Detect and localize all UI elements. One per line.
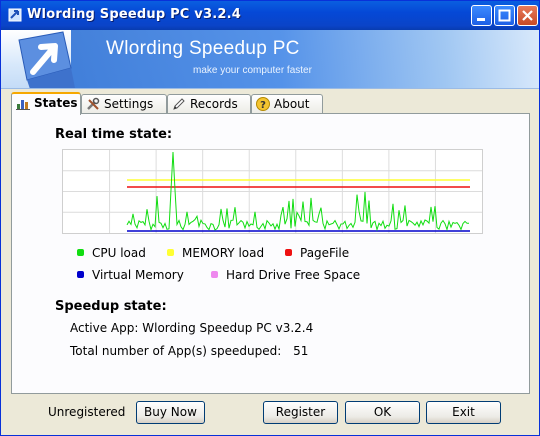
active-app-row: Active App: Wlording Speedup PC v3.2.4: [70, 321, 313, 335]
legend-virtual-memory-label: Virtual Memory: [92, 268, 184, 282]
close-icon: [522, 10, 533, 21]
tab-settings-label: Settings: [104, 97, 154, 111]
app-count-label: Total number of App(s) speeduped:: [70, 344, 282, 358]
window-title: Wlording Speedup PC v3.2.4: [27, 7, 241, 22]
registration-status: Unregistered: [48, 405, 126, 419]
tab-about[interactable]: ? About: [251, 94, 323, 114]
app-icon: [8, 8, 22, 22]
tab-states[interactable]: States: [11, 92, 81, 115]
close-button[interactable]: [517, 5, 538, 26]
active-app-label: Active App:: [70, 321, 139, 335]
tab-records[interactable]: Records: [167, 94, 251, 114]
pencil-icon: [173, 98, 185, 110]
buy-now-button[interactable]: Buy Now: [136, 401, 205, 424]
svg-text:?: ?: [260, 100, 266, 111]
tab-about-label: About: [274, 97, 310, 111]
minimize-icon: [477, 18, 485, 21]
banner-subtitle: make your computer faster: [193, 65, 312, 76]
active-app-value: Wlording Speedup PC v3.2.4: [142, 321, 314, 335]
tab-records-label: Records: [190, 97, 238, 111]
legend-memory-swatch: [167, 249, 174, 256]
minimize-button[interactable]: [471, 5, 492, 26]
legend-pagefile-label: PageFile: [300, 246, 350, 260]
app-count-row: Total number of App(s) speeduped: 51: [70, 344, 308, 358]
maximize-icon: [498, 9, 511, 22]
series-line-cpu: [126, 151, 469, 232]
states-panel: Real time state: CPU load MEMORY load Pa…: [11, 113, 530, 394]
legend-hard-drive: Hard Drive Free Space: [211, 268, 361, 282]
legend-cpu-label: CPU load: [92, 246, 146, 260]
realtime-chart-canvas: [63, 150, 482, 233]
legend-cpu: CPU load: [77, 246, 146, 260]
legend-hard-drive-swatch: [211, 271, 218, 278]
help-icon: ?: [256, 97, 270, 111]
legend-pagefile-swatch: [285, 249, 292, 256]
realtime-title: Real time state:: [55, 127, 173, 142]
legend-hard-drive-label: Hard Drive Free Space: [226, 268, 361, 282]
tab-states-label: States: [34, 96, 78, 110]
maximize-button[interactable]: [494, 5, 515, 26]
register-button[interactable]: Register: [263, 401, 338, 424]
realtime-chart: [62, 149, 483, 234]
legend-cpu-swatch: [77, 249, 84, 256]
legend-pagefile: PageFile: [285, 246, 350, 260]
app-window: Wlording Speedup PC v3.2.4 Wlording Spee…: [0, 0, 540, 436]
legend-memory: MEMORY load: [167, 246, 265, 260]
ok-button[interactable]: OK: [345, 401, 420, 424]
banner-title: Wlording Speedup PC: [106, 38, 300, 59]
tools-icon: [87, 97, 100, 110]
tab-settings[interactable]: Settings: [81, 94, 167, 114]
legend-virtual-memory: Virtual Memory: [77, 268, 184, 282]
logo-icon: [18, 31, 75, 88]
speedup-title: Speedup state:: [55, 299, 167, 314]
app-count-value: 51: [293, 344, 309, 358]
header-banner: Wlording Speedup PC make your computer f…: [1, 30, 539, 89]
title-bar[interactable]: Wlording Speedup PC v3.2.4: [1, 1, 539, 30]
legend-memory-label: MEMORY load: [182, 246, 265, 260]
legend-virtual-memory-swatch: [77, 271, 84, 278]
exit-button[interactable]: Exit: [426, 401, 501, 424]
chart-icon: [16, 100, 30, 110]
